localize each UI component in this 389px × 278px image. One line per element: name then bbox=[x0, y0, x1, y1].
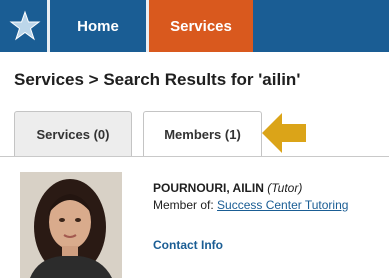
member-name: POURNOURI, AILIN (Tutor) bbox=[153, 181, 302, 195]
tab-members[interactable]: Members (1) bbox=[143, 111, 262, 157]
nav-services[interactable]: Services bbox=[149, 0, 253, 52]
tab-services[interactable]: Services (0) bbox=[14, 111, 132, 156]
member-role: (Tutor) bbox=[267, 181, 303, 195]
tab-divider bbox=[0, 156, 389, 157]
member-of-link[interactable]: Success Center Tutoring bbox=[217, 198, 348, 212]
top-nav: Home Services bbox=[0, 0, 389, 52]
contact-info-link[interactable]: Contact Info bbox=[153, 238, 223, 252]
avatar[interactable] bbox=[20, 172, 122, 278]
member-of: Member of: Success Center Tutoring bbox=[153, 198, 348, 212]
page-title: Services > Search Results for 'ailin' bbox=[14, 70, 301, 89]
nav-home[interactable]: Home bbox=[50, 0, 146, 52]
arrow-left-icon bbox=[262, 113, 306, 153]
member-name-text: POURNOURI, AILIN bbox=[153, 181, 264, 195]
member-of-label: Member of: bbox=[153, 198, 214, 212]
star-logo-icon[interactable] bbox=[0, 0, 50, 52]
